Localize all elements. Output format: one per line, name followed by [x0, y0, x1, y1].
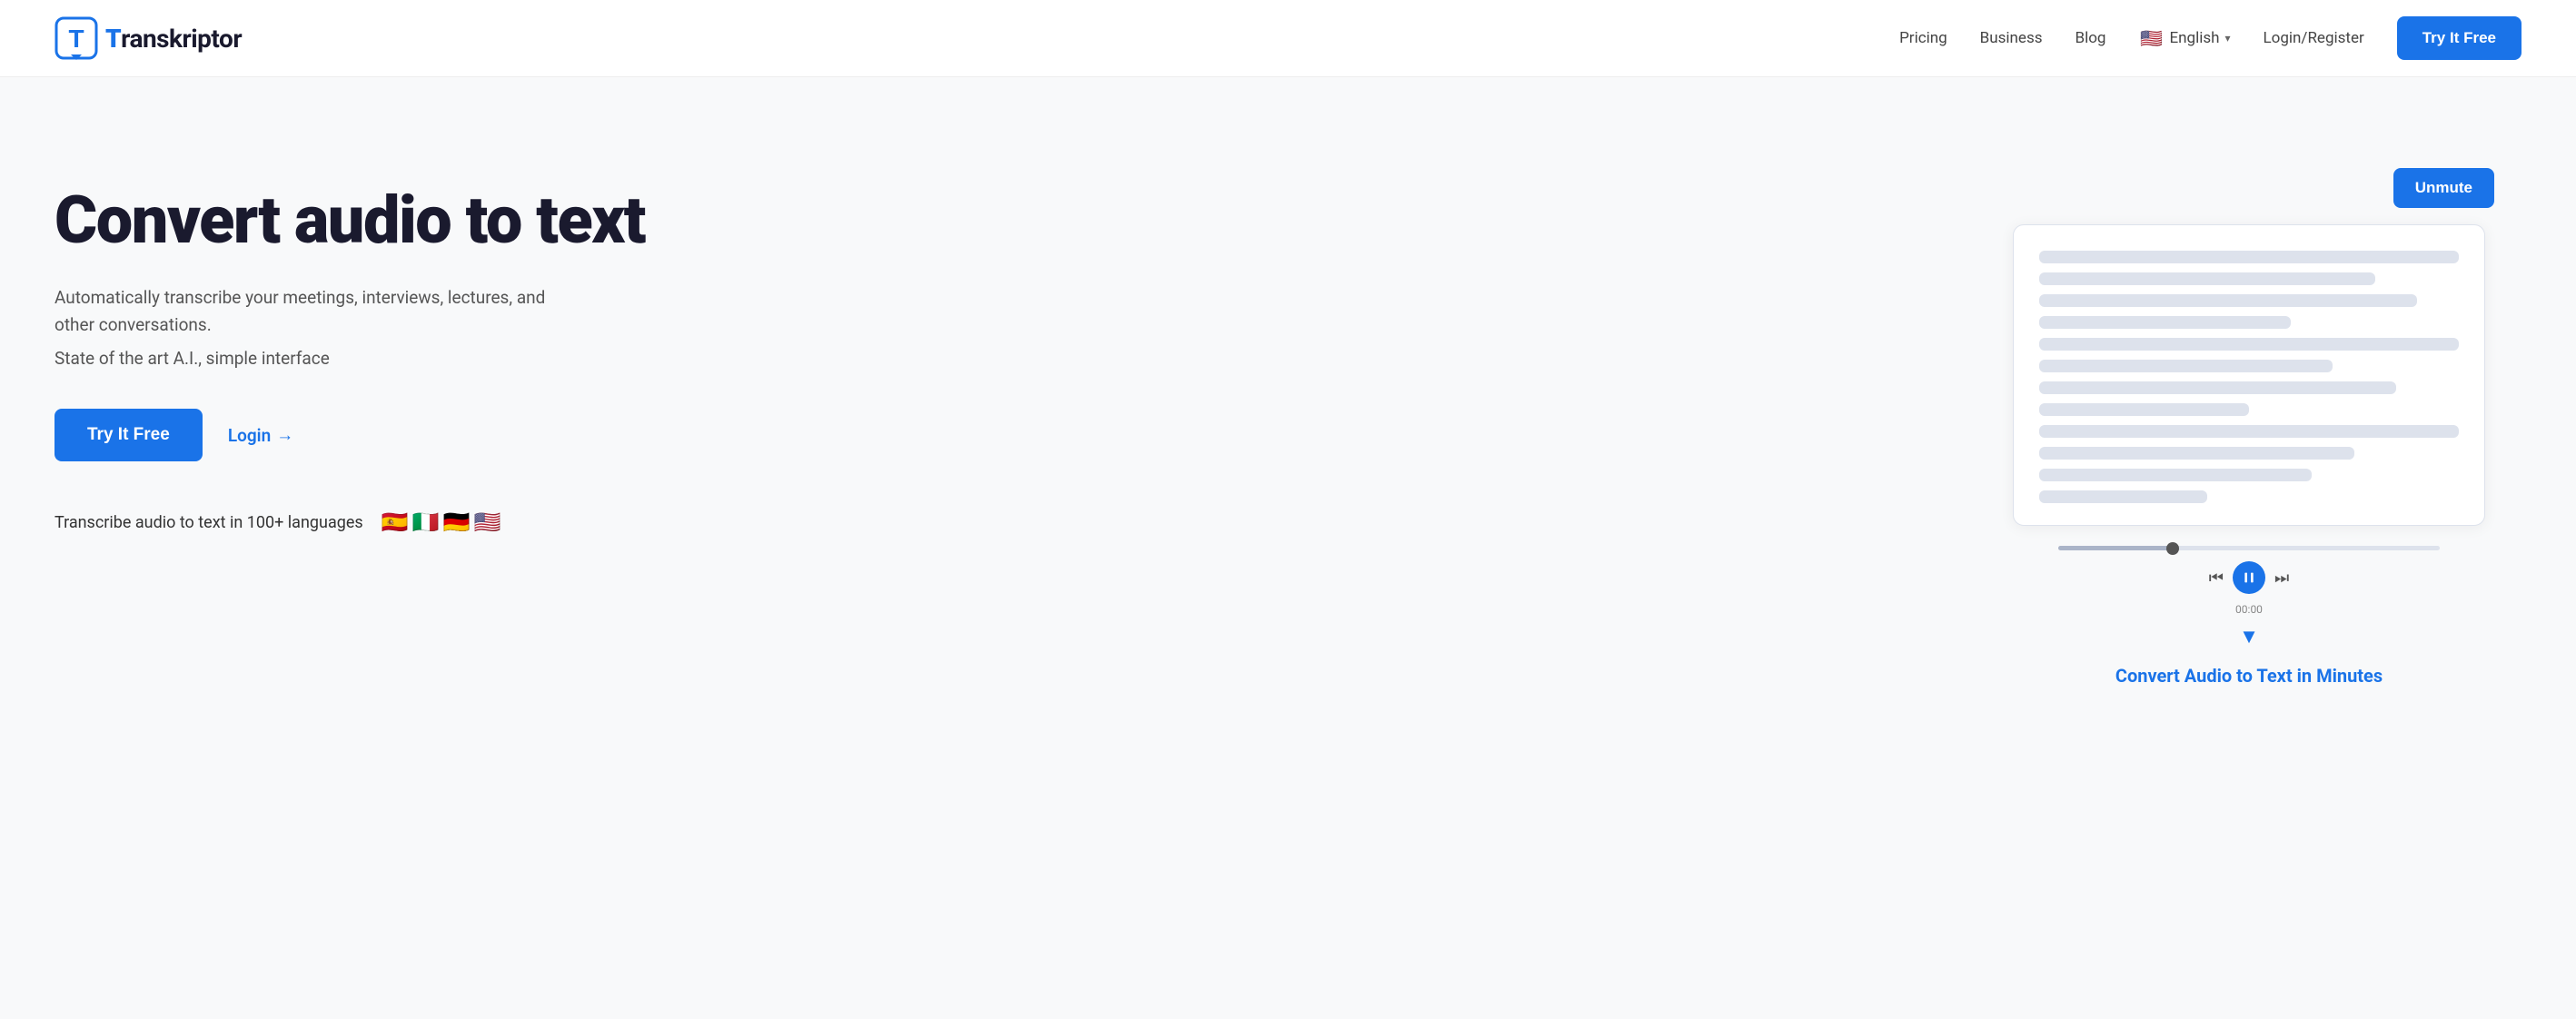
- navbar: T Transkriptor Pricing Business Blog 🇺🇸 …: [0, 0, 2576, 77]
- transcript-line: [2039, 403, 2249, 416]
- hero-login-link[interactable]: Login →: [228, 424, 293, 446]
- progress-dot: [2166, 542, 2179, 555]
- flag-italian: 🇮🇹: [409, 505, 443, 539]
- progress-filled: [2058, 546, 2173, 550]
- transcript-line: [2039, 425, 2459, 438]
- hero-title: Convert audio to text: [54, 186, 645, 255]
- flag-spanish: 🇪🇸: [378, 505, 412, 539]
- flag-icon: 🇺🇸: [2138, 25, 2164, 51]
- unmute-button[interactable]: Unmute: [2393, 168, 2494, 208]
- transcript-line: [2039, 447, 2354, 460]
- transcript-line: [2039, 490, 2207, 503]
- nav-cta-button[interactable]: Try It Free: [2397, 16, 2522, 60]
- rewind-button[interactable]: ⏮: [2209, 569, 2224, 588]
- hero-subtitle: Automatically transcribe your meetings, …: [54, 284, 563, 340]
- time-display: 00:00: [2235, 603, 2263, 616]
- nav-business[interactable]: Business: [1980, 29, 2043, 47]
- hero-right: Unmute ⏮: [1977, 150, 2522, 687]
- fast-forward-button[interactable]: ⏭: [2274, 569, 2289, 588]
- nav-pricing[interactable]: Pricing: [1899, 29, 1947, 47]
- languages-row: Transcribe audio to text in 100+ languag…: [54, 505, 645, 539]
- transcript-line: [2039, 360, 2333, 372]
- transcript-line: [2039, 338, 2459, 351]
- hero-left: Convert audio to text Automatically tran…: [54, 150, 645, 539]
- pause-icon: [2242, 570, 2256, 585]
- transcript-line: [2039, 469, 2312, 481]
- logo-text: Transkriptor: [105, 24, 242, 54]
- player-indicator: ▼: [2239, 625, 2259, 648]
- transcript-line: [2039, 272, 2375, 285]
- login-register-link[interactable]: Login/Register: [2264, 29, 2364, 47]
- chevron-down-icon: ▾: [2224, 32, 2230, 45]
- logo[interactable]: T Transkriptor: [54, 16, 242, 60]
- transcript-preview: [2013, 224, 2485, 526]
- hero-section: Convert audio to text Automatically tran…: [0, 77, 2576, 741]
- hero-tagline: State of the art A.I., simple interface: [54, 348, 645, 369]
- convert-caption: Convert Audio to Text in Minutes: [2115, 665, 2383, 687]
- transcript-line: [2039, 316, 2291, 329]
- transcript-line: [2039, 294, 2417, 307]
- transcript-line: [2039, 381, 2396, 394]
- play-pause-button[interactable]: [2233, 561, 2265, 594]
- hero-buttons: Try It Free Login →: [54, 409, 645, 461]
- nav-links: Pricing Business Blog 🇺🇸 English ▾ Login…: [1899, 16, 2522, 60]
- transcript-line: [2039, 251, 2459, 263]
- languages-text: Transcribe audio to text in 100+ languag…: [54, 513, 363, 532]
- logo-icon: T: [54, 16, 98, 60]
- hero-cta-button[interactable]: Try It Free: [54, 409, 203, 461]
- flag-german: 🇩🇪: [440, 505, 474, 539]
- flag-american: 🇺🇸: [471, 505, 505, 539]
- language-flags: 🇪🇸 🇮🇹 🇩🇪 🇺🇸: [378, 505, 505, 539]
- player-controls: ⏮ ⏭: [2209, 561, 2289, 594]
- svg-text:T: T: [68, 25, 84, 53]
- nav-blog[interactable]: Blog: [2076, 29, 2106, 47]
- progress-track[interactable]: [2058, 546, 2440, 550]
- transcript-lines: [2039, 251, 2459, 503]
- language-selector[interactable]: 🇺🇸 English ▾: [2138, 25, 2230, 51]
- language-label: English: [2169, 29, 2219, 47]
- audio-player: ⏮ ⏭ 00:00 ▼: [2058, 546, 2440, 648]
